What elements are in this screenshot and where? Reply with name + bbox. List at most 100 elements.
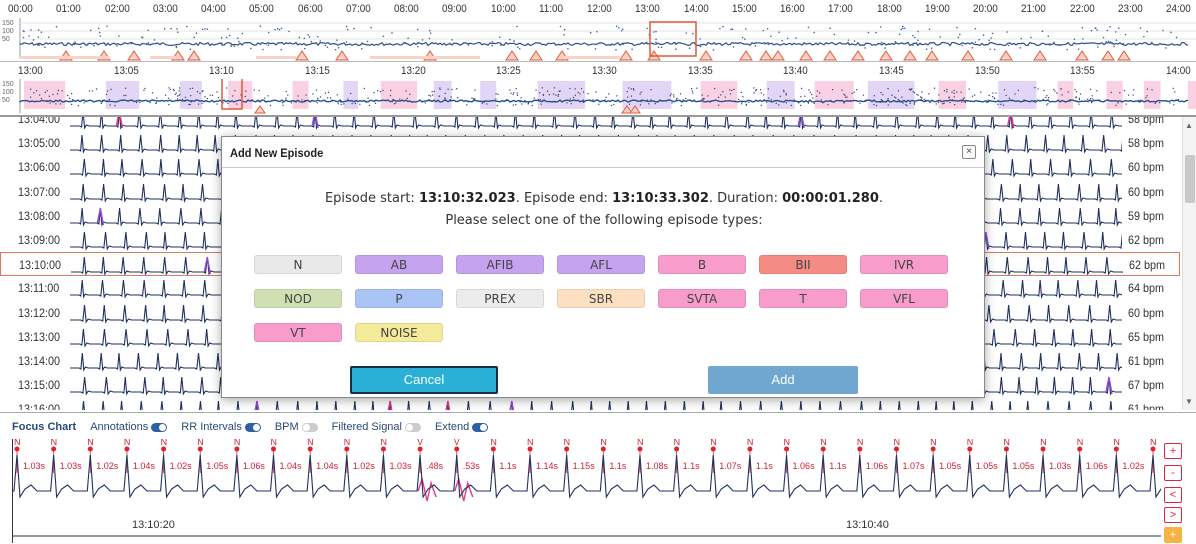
close-icon[interactable]: × <box>962 145 976 159</box>
beat-marker-dot <box>857 446 863 452</box>
episode-type-sbr-button[interactable]: SBR <box>557 289 645 308</box>
episode-type-n-button[interactable]: N <box>254 255 342 274</box>
zoom-beat-dot <box>106 90 109 92</box>
episode-type-bii-button[interactable]: BII <box>759 255 847 274</box>
ecg-row[interactable]: 13:04:00 58 bpm <box>0 117 1180 131</box>
zoom-out-button[interactable]: - <box>1164 465 1182 481</box>
overview-hour-label: 17:00 <box>828 3 854 15</box>
overview-beat-dot <box>22 36 25 39</box>
toggle-bpm[interactable]: BPM <box>275 421 318 433</box>
episode-type-t-button[interactable]: T <box>759 289 847 308</box>
overview-beat-dot <box>778 31 780 34</box>
zoom-beat-dot <box>582 99 585 101</box>
overview-event-marker <box>771 50 785 61</box>
zoom-in-button[interactable]: + <box>1164 443 1182 459</box>
zoom-beat-dot <box>901 96 903 98</box>
beat-marker-dot <box>967 446 973 452</box>
rr-interval-label: 1.1s <box>829 461 847 471</box>
toggle-switch[interactable] <box>244 422 261 432</box>
overview-beat-dot <box>993 48 996 51</box>
overview-beat-dot <box>786 37 789 40</box>
episode-type-ivr-button[interactable]: IVR <box>860 255 948 274</box>
zoom-strip[interactable]: 13:00 13:05 13:10 13:15 13:20 13:25 13:30 13:35… <box>0 62 1196 117</box>
ecg-row-bpm: 61 bpm <box>1128 402 1165 410</box>
toggle-switch[interactable] <box>151 422 168 432</box>
zoom-beat-dot <box>264 100 266 103</box>
focus-chart[interactable]: N 1.03s N 1.03s N 1.02s N 1.04s N 1.02s N 1.05s N 1.0… <box>12 439 1161 543</box>
overview-beat-dot <box>795 37 797 39</box>
episode-type-vt-button[interactable]: VT <box>254 323 342 342</box>
episode-info: Episode start: 13:10:32.023. Episode end… <box>222 191 986 206</box>
zoom-beat-dot <box>909 102 911 104</box>
zoom-beat-dot <box>804 95 806 97</box>
zoom-beat-dot <box>916 93 918 95</box>
ecg-row[interactable]: 13:16:00 61 bpm <box>0 397 1180 410</box>
overview-beat-dot <box>38 44 40 46</box>
zoom-beat-dot <box>189 103 191 106</box>
overview-beat-dot <box>303 37 306 40</box>
toggle-filtered-signal[interactable]: Filtered Signal <box>332 421 421 433</box>
ecg-list-scrollbar[interactable]: ▲ ▼ <box>1182 117 1196 410</box>
episode-type-prex-button[interactable]: PREX <box>456 289 544 308</box>
scroll-down-icon[interactable]: ▼ <box>1185 397 1193 406</box>
zoom-beat-dot <box>290 102 293 104</box>
zoom-beat-dot <box>258 90 260 92</box>
add-episode-button[interactable]: + <box>1164 527 1182 543</box>
zoom-beat-dot <box>519 101 521 103</box>
episode-type-afl-button[interactable]: AFL <box>557 255 645 274</box>
zoom-beat-dot <box>917 94 919 96</box>
overview-beat-dot <box>1115 39 1118 41</box>
zoom-beat-dot <box>1125 103 1127 105</box>
episode-type-nod-button[interactable]: NOD <box>254 289 342 308</box>
toggle-extend[interactable]: Extend <box>435 421 489 433</box>
episode-duration-value: 00:00:01.280 <box>782 191 879 206</box>
scroll-up-icon[interactable]: ▲ <box>1185 121 1193 130</box>
zoom-beat-dot <box>324 92 326 94</box>
episode-type-vfl-button[interactable]: VFL <box>860 289 948 308</box>
overview-beat-dot <box>230 44 233 46</box>
zoom-beat-dot <box>367 97 369 99</box>
episode-type-afib-button[interactable]: AFIB <box>456 255 544 274</box>
overview-beat-dot <box>982 34 985 36</box>
overview-beat-dot <box>1113 45 1115 48</box>
episode-type-p-button[interactable]: P <box>355 289 443 308</box>
zoom-beat-dot <box>604 99 606 101</box>
overview-chart[interactable]: 15010050 <box>0 18 1196 62</box>
episode-type-noise-button[interactable]: NOISE <box>355 323 443 342</box>
episode-type-b-button[interactable]: B <box>658 255 746 274</box>
focus-ecg-signal[interactable]: N 1.03s N 1.03s N 1.02s N 1.04s N 1.02s N 1.05s N 1.0… <box>13 439 1161 539</box>
previous-button[interactable]: < <box>1164 487 1182 503</box>
zoom-chart[interactable]: 15010050 <box>0 79 1196 117</box>
episode-type-ab-button[interactable]: AB <box>355 255 443 274</box>
ecg-row-trace[interactable] <box>70 397 1122 410</box>
zoom-beat-dot <box>168 103 170 106</box>
toggle-switch[interactable] <box>405 422 421 432</box>
overview-strip[interactable]: 00:00 01:00 02:00 03:00 04:00 05:00 06:00 07:00… <box>0 0 1196 62</box>
zoom-beat-dot <box>816 95 818 97</box>
ecg-row-trace[interactable] <box>70 117 1122 131</box>
zoom-beat-dot <box>67 94 69 97</box>
zoom-beat-dot <box>902 102 904 104</box>
overview-beat-dot <box>370 26 372 29</box>
next-button[interactable]: > <box>1164 507 1182 523</box>
cancel-button[interactable]: Cancel <box>350 366 498 394</box>
zoom-beat-dot <box>287 94 289 96</box>
zoom-beat-dot <box>808 89 810 91</box>
toggle-switch[interactable] <box>301 422 318 432</box>
toggle-switch[interactable] <box>472 422 489 432</box>
zoom-beat-dot <box>951 99 954 101</box>
zoom-beat-dot <box>509 89 511 91</box>
add-button[interactable]: Add <box>708 366 858 394</box>
zoom-beat-dot <box>692 92 694 94</box>
zoom-beat-dot <box>897 90 900 92</box>
zoom-beat-dot <box>377 90 379 92</box>
zoom-beat-dot <box>392 98 394 100</box>
overview-hour-label: 10:00 <box>490 3 516 15</box>
scrollbar-thumb[interactable] <box>1185 155 1195 203</box>
toggle-annotations[interactable]: Annotations <box>90 421 168 433</box>
toggle-rr-intervals[interactable]: RR Intervals <box>181 421 261 433</box>
rr-interval-label: 1.04s <box>133 461 156 471</box>
episode-type-svta-button[interactable]: SVTA <box>658 289 746 308</box>
ecg-row-time: 13:11:00 <box>18 281 60 296</box>
zoom-beat-dot <box>605 96 607 98</box>
